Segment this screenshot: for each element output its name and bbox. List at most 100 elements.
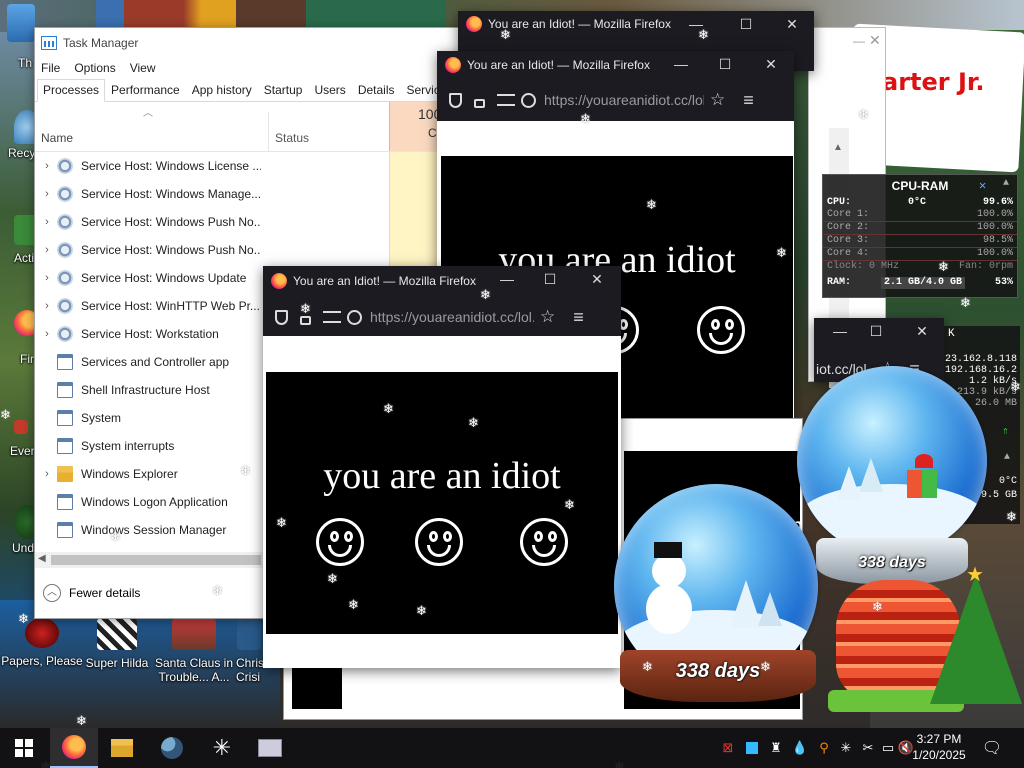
snowflake-icon: ❄ <box>468 415 479 430</box>
autoplay-blocked-icon[interactable] <box>347 309 362 325</box>
taskbar-task-manager[interactable] <box>246 728 294 768</box>
sort-up-icon[interactable]: ︿ <box>143 104 153 119</box>
tray-orange-icon[interactable]: ⚲ <box>812 728 836 768</box>
chevron-right-icon[interactable]: › <box>37 468 57 480</box>
cpu-ram-gadget[interactable]: CPU-RAM ✕ ▲ CPU: 0°C 99.6% Core 1: 100.0%… <box>822 174 1018 298</box>
title-bar[interactable]: You are an Idiot! — Mozilla Firefox — ☐ … <box>458 11 814 37</box>
chevron-right-icon[interactable]: › <box>37 216 57 228</box>
clock-date: 1/20/2025 <box>912 748 966 762</box>
tab-performance[interactable]: Performance <box>105 79 186 101</box>
table-row[interactable]: › Service Host: Windows License ... <box>35 152 463 180</box>
people-icon <box>161 737 183 759</box>
minimize-button[interactable]: — <box>485 266 529 292</box>
minimize-button[interactable]: — <box>674 11 718 37</box>
permissions-icon[interactable] <box>497 94 515 106</box>
minimize-button[interactable]: — <box>659 51 703 77</box>
table-row[interactable]: › Service Host: Windows Push No... <box>35 236 463 264</box>
taskbar-app[interactable] <box>148 728 196 768</box>
taskbar-firefox[interactable] <box>50 728 98 768</box>
bookmark-star-icon[interactable]: ☆ <box>710 90 725 110</box>
url-bar[interactable]: https://youareanidiot.cc/lol. <box>544 92 704 108</box>
nav-bar: https://youareanidiot.cc/lol. ☆ ≡ <box>437 85 794 115</box>
tab-app-history[interactable]: App history <box>186 79 258 101</box>
chevron-up-icon[interactable]: ︿ <box>43 584 61 602</box>
tray-controller-icon[interactable]: ♜ <box>764 728 788 768</box>
scrollbar-thumb[interactable] <box>51 555 261 565</box>
expand-up-icon[interactable]: ⇑ <box>1002 424 1009 438</box>
column-separator[interactable] <box>268 112 269 151</box>
snowflake-icon: ✳ <box>212 735 232 760</box>
folder-icon <box>111 739 133 757</box>
shield-icon[interactable] <box>275 309 288 325</box>
settings-icon[interactable]: ✕ <box>979 178 986 193</box>
close-button[interactable]: ✕ <box>749 51 793 77</box>
table-row[interactable]: › Service Host: Windows Manage... <box>35 180 463 208</box>
close-button[interactable]: ✕ <box>770 11 814 37</box>
title-bar[interactable]: You are an Idiot! — Mozilla Firefox — ☐ … <box>437 51 794 79</box>
chevron-right-icon[interactable]: › <box>37 188 57 200</box>
desktop-icon-chris[interactable]: Chris Crisi <box>232 618 266 684</box>
tray-app-icon[interactable] <box>740 728 764 768</box>
core-row: Core 2: 100.0% <box>823 222 1017 235</box>
column-status[interactable]: Status <box>275 131 309 145</box>
close-icon[interactable]: ✕ <box>869 32 881 49</box>
scroll-up-icon[interactable]: ▲ <box>833 142 843 153</box>
menu-file[interactable]: File <box>41 61 60 75</box>
tray-droplet-icon[interactable]: 💧 <box>788 728 812 768</box>
close-button[interactable]: ✕ <box>575 266 619 292</box>
maximize-button[interactable]: ☐ <box>854 318 898 344</box>
menu-view[interactable]: View <box>130 61 156 75</box>
taskbar-clock[interactable]: 3:27 PM 1/20/2025 <box>900 731 978 763</box>
banner-text: arter Jr. <box>882 68 985 96</box>
desktop-icon-santa-claus[interactable]: Santa Claus in Trouble... A... <box>150 618 238 684</box>
chevron-right-icon[interactable]: › <box>37 300 57 312</box>
tray-snowflake-icon[interactable]: ✳ <box>834 728 858 768</box>
chevron-right-icon[interactable]: › <box>37 244 57 256</box>
table-row[interactable]: › Service Host: Windows Push No... <box>35 208 463 236</box>
tab-details[interactable]: Details <box>352 79 401 101</box>
taskbar-snowflake-app[interactable]: ✳ <box>198 728 246 768</box>
christmas-tree <box>930 574 1022 704</box>
process-name: System <box>81 411 122 425</box>
snow-globe-front-base: 338 days <box>620 650 816 702</box>
column-name[interactable]: Name <box>41 131 73 145</box>
permissions-icon[interactable] <box>323 311 341 323</box>
lock-icon[interactable] <box>474 98 485 108</box>
chevron-right-icon[interactable]: › <box>37 328 57 340</box>
menu-options[interactable]: Options <box>74 61 115 75</box>
autoplay-blocked-icon[interactable] <box>521 92 536 108</box>
wallpaper-top-icons-row <box>96 0 446 28</box>
menu-icon[interactable]: ≡ <box>573 307 584 328</box>
lock-icon[interactable] <box>300 315 311 325</box>
maximize-button[interactable]: ☐ <box>703 51 747 77</box>
notification-center-icon[interactable]: 🗨 <box>980 728 1004 768</box>
firefox-window-front[interactable]: You are an Idiot! — Mozilla Firefox — ☐ … <box>263 266 621 668</box>
desktop-icon-papers-please[interactable]: Papers, Please <box>0 618 84 668</box>
shield-icon[interactable] <box>449 92 462 108</box>
tray-network-alert-icon[interactable]: ⊠ <box>716 728 740 768</box>
menu-icon[interactable]: ≡ <box>743 90 754 111</box>
santa-claus-icon <box>172 618 216 650</box>
tab-users[interactable]: Users <box>308 79 351 101</box>
core-label: Core 3: <box>827 235 870 246</box>
url-bar[interactable]: https://youareanidiot.cc/lol. <box>370 309 534 325</box>
scroll-left-icon[interactable]: ◀ <box>38 553 46 564</box>
chevron-right-icon[interactable]: › <box>37 272 57 284</box>
desktop-icon-super-hilda[interactable]: Super Hilda <box>78 618 156 670</box>
expand-icon[interactable]: ▲ <box>1003 178 1009 189</box>
start-button[interactable] <box>0 728 48 768</box>
title-bar[interactable]: — ☐ ✕ <box>814 318 944 344</box>
title-bar[interactable]: Task Manager <box>35 28 463 58</box>
minimize-icon[interactable]: — <box>853 34 865 48</box>
close-button[interactable]: ✕ <box>900 318 944 344</box>
title-bar[interactable]: You are an Idiot! — Mozilla Firefox — ☐ … <box>263 266 621 296</box>
chevron-right-icon[interactable]: › <box>37 160 57 172</box>
tab-processes[interactable]: Processes <box>37 79 106 102</box>
fewer-details-button[interactable]: Fewer details <box>69 586 140 600</box>
chevron-up-icon[interactable]: ▲ <box>1004 452 1010 463</box>
bookmark-star-icon[interactable]: ☆ <box>540 307 555 327</box>
taskbar-file-explorer[interactable] <box>98 728 146 768</box>
maximize-button[interactable]: ☐ <box>724 11 768 37</box>
maximize-button[interactable]: ☐ <box>528 266 572 292</box>
tab-startup[interactable]: Startup <box>258 79 309 101</box>
